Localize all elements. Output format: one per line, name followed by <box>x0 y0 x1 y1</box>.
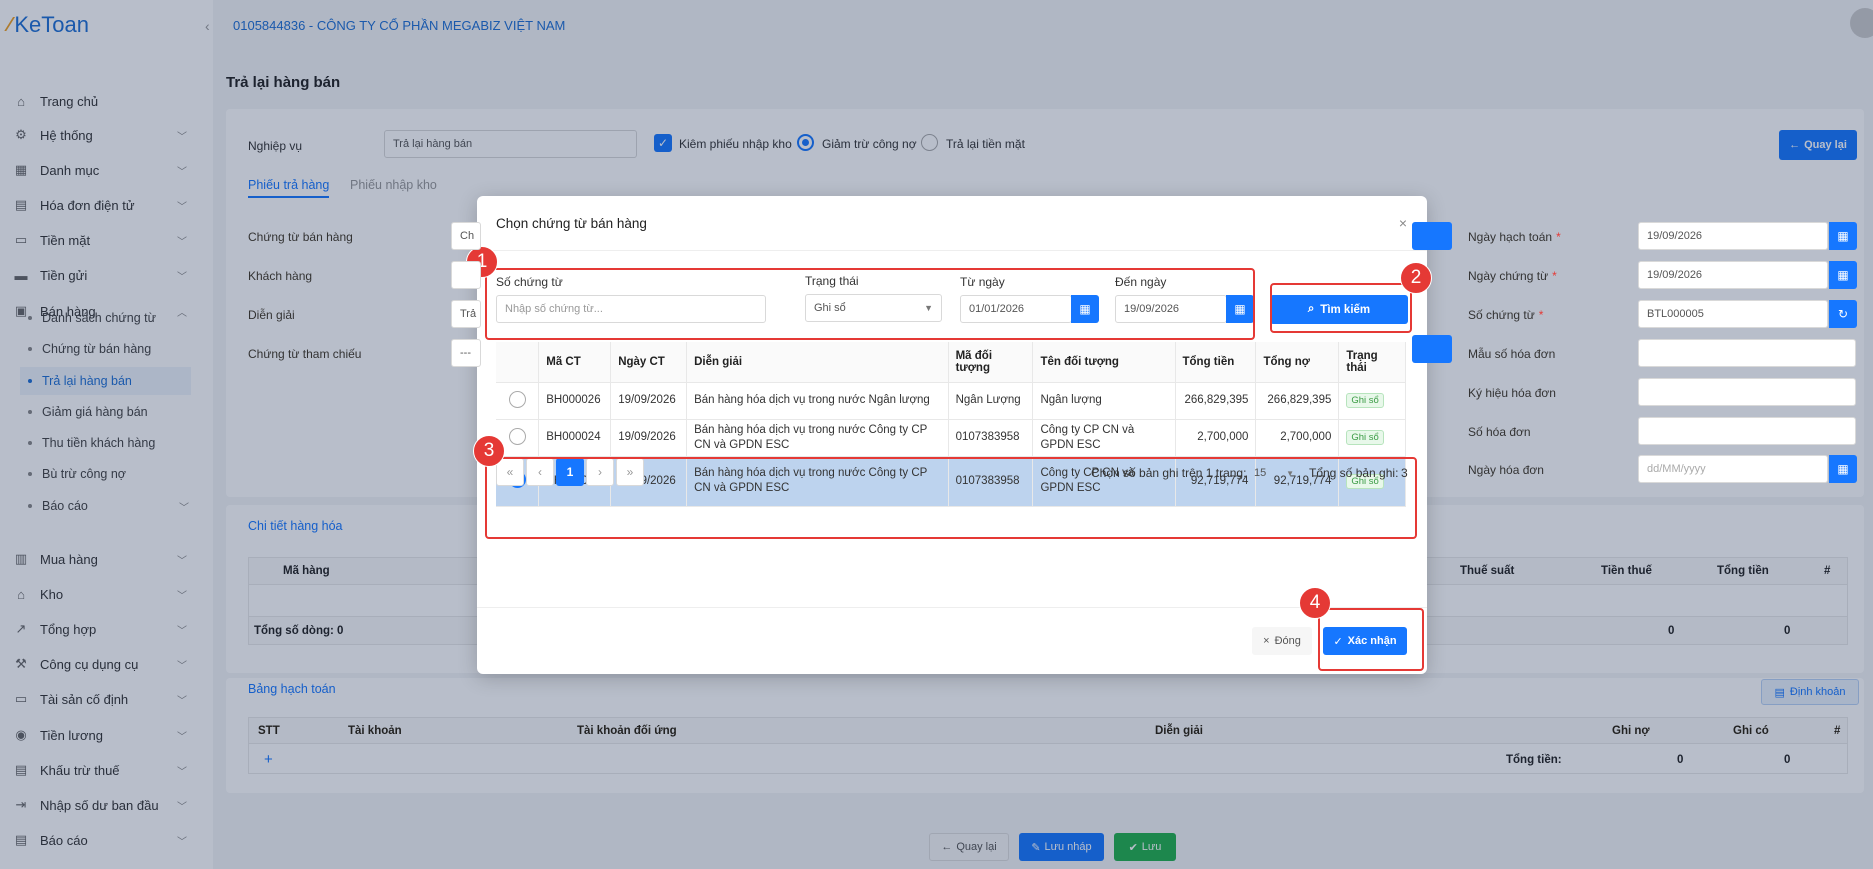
table-col-8: Trạng thái <box>1338 342 1406 383</box>
right-label-text: Ký hiệu hóa đơn <box>1468 386 1556 400</box>
required-mark: * <box>1552 269 1557 283</box>
status-badge: Ghi sổ <box>1346 393 1384 408</box>
right-label-4: Ký hiệu hóa đơn <box>1468 386 1556 400</box>
marker-box-search <box>1270 283 1412 333</box>
right-side-button-0[interactable] <box>1412 222 1452 250</box>
cell-tien: 2,700,000 <box>1175 419 1257 457</box>
table-col-0 <box>496 342 540 383</box>
right-label-text: Ngày chứng từ <box>1468 269 1549 283</box>
left-label-0: Chứng từ bán hàng <box>248 230 353 244</box>
table-col-6: Tổng tiền <box>1175 342 1257 383</box>
modal-footer-divider <box>477 607 1427 608</box>
right-field-5[interactable] <box>1638 417 1856 445</box>
acct-col-0: STT <box>258 725 280 737</box>
acct-col-5: Ghi có <box>1733 725 1769 737</box>
acct-col-3: Diễn giải <box>1155 725 1203 737</box>
right-field-1[interactable]: 19/09/2026 <box>1638 261 1828 289</box>
cell-mdt: Ngân Lượng <box>948 382 1034 420</box>
table-col-7: Tổng nợ <box>1255 342 1340 383</box>
right-label-2: Số chứng từ * <box>1468 308 1543 322</box>
right-label-0: Ngày hạch toán * <box>1468 230 1561 244</box>
row-radio-cell[interactable] <box>496 382 540 420</box>
required-mark: * <box>1538 308 1544 322</box>
left-field-0[interactable]: Ch <box>451 222 481 250</box>
table-col-1: Mã CT <box>538 342 612 383</box>
cell-ngay: 19/09/2026 <box>610 419 688 457</box>
right-label-text: Số hóa đơn <box>1468 425 1531 439</box>
acct-col-2: Tài khoản đối ứng <box>577 725 677 737</box>
right-field-3[interactable] <box>1638 339 1856 367</box>
left-label-2: Diễn giải <box>248 308 295 322</box>
required-mark: * <box>1556 230 1561 244</box>
cell-tien: 266,829,395 <box>1175 382 1257 420</box>
marker-box-confirm <box>1318 608 1424 671</box>
marker-4: 4 <box>1299 587 1331 619</box>
right-label-text: Mẫu số hóa đơn <box>1468 347 1556 361</box>
right-label-text: Số chứng từ <box>1468 308 1535 322</box>
right-field-6[interactable]: dd/MM/yyyy <box>1638 455 1828 483</box>
table-col-3: Diễn giải <box>686 342 949 383</box>
cell-ma: BH000024 <box>538 419 612 457</box>
cell-dg: Bán hàng hóa dịch vụ trong nước Ngân lượ… <box>686 382 949 420</box>
modal-divider <box>477 250 1427 251</box>
table-col-2: Ngày CT <box>610 342 688 383</box>
cell-ma: BH000026 <box>538 382 612 420</box>
calendar-icon[interactable]: ▦ <box>1829 455 1857 483</box>
cell-tdt: Ngân lượng <box>1032 382 1176 420</box>
refresh-icon[interactable]: ↻ <box>1829 300 1857 328</box>
row-radio[interactable] <box>508 390 526 408</box>
right-label-1: Ngày chứng từ * <box>1468 269 1557 283</box>
cell-mdt: 0107383958 <box>948 419 1034 457</box>
marker-3: 3 <box>473 435 505 467</box>
right-field-0[interactable]: 19/09/2026 <box>1638 222 1828 250</box>
right-side-button-1[interactable] <box>1412 335 1452 363</box>
right-label-6: Ngày hóa đơn <box>1468 463 1544 477</box>
marker-box-filters <box>485 268 1255 340</box>
marker-2: 2 <box>1400 262 1432 294</box>
calendar-icon[interactable]: ▦ <box>1829 261 1857 289</box>
cell-ngay: 19/09/2026 <box>610 382 688 420</box>
marker-box-row <box>485 457 1417 539</box>
acct-col-1: Tài khoản <box>348 725 402 737</box>
right-label-5: Số hóa đơn <box>1468 425 1531 439</box>
cell-no: 2,700,000 <box>1255 419 1340 457</box>
left-label-3: Chứng từ tham chiếu <box>248 347 362 361</box>
close-label: Đóng <box>1274 635 1301 647</box>
calendar-icon[interactable]: ▦ <box>1829 222 1857 250</box>
cell-tdt: Công ty CP CN và GPDN ESC <box>1032 419 1176 457</box>
table-header: Mã CT Ngày CT Diễn giải Mã đối tượng Tên đối… <box>496 342 1406 383</box>
table-row[interactable]: BH000024 19/09/2026 Bán hàng hóa dịch vụ t… <box>496 419 1406 457</box>
cell-status: Ghi sổ <box>1338 419 1406 457</box>
right-field-2[interactable]: BTL000005 <box>1638 300 1828 328</box>
close-icon[interactable]: × <box>1399 215 1407 231</box>
table-col-5: Tên đối tượng <box>1032 342 1176 383</box>
right-field-4[interactable] <box>1638 378 1856 406</box>
row-radio[interactable] <box>508 427 526 445</box>
right-label-3: Mẫu số hóa đơn <box>1468 347 1555 361</box>
modal-title: Chọn chứng từ bán hàng <box>496 216 647 231</box>
right-label-text: Ngày hóa đơn <box>1468 463 1544 477</box>
table-row[interactable]: BH000026 19/09/2026 Bán hàng hóa dịch vụ t… <box>496 382 1406 420</box>
cell-status: Ghi sổ <box>1338 382 1406 420</box>
status-badge: Ghi sổ <box>1346 430 1384 445</box>
acct-col-4: Ghi nợ <box>1612 725 1650 737</box>
acct-col-6: # <box>1834 725 1841 737</box>
cell-dg: Bán hàng hóa dịch vụ trong nước Công ty … <box>686 419 949 457</box>
cell-no: 266,829,395 <box>1255 382 1340 420</box>
left-field-1[interactable] <box>451 261 481 289</box>
close-button[interactable]: × Đóng <box>1252 627 1312 655</box>
right-label-text: Ngày hạch toán <box>1468 230 1553 244</box>
left-field-3[interactable]: --- <box>451 339 481 367</box>
left-field-2[interactable]: Trả <box>451 300 481 328</box>
table-col-4: Mã đối tượng <box>948 342 1034 383</box>
left-label-1: Khách hàng <box>248 269 313 283</box>
